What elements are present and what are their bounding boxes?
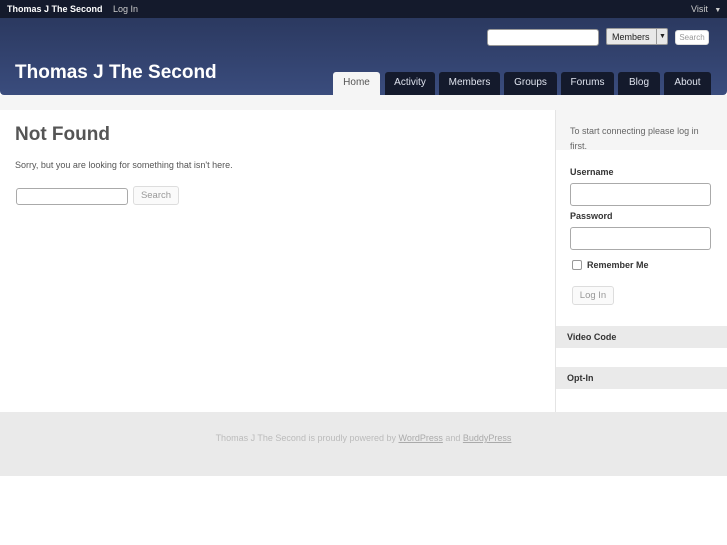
- nav-tab-about[interactable]: About: [664, 72, 711, 95]
- nav-tab-activity[interactable]: Activity: [385, 72, 435, 95]
- site-title[interactable]: Thomas J The Second: [15, 62, 217, 84]
- widget-title-opt-in: Opt-In: [556, 367, 727, 389]
- nav-tab-groups[interactable]: Groups: [504, 72, 557, 95]
- nav-tab-forums[interactable]: Forums: [561, 72, 614, 95]
- wordpress-link[interactable]: WordPress: [399, 433, 443, 443]
- admin-bar-login-link[interactable]: Log In: [113, 4, 138, 14]
- visit-menu[interactable]: Visit ▼: [691, 4, 721, 14]
- page-background: [0, 95, 727, 110]
- content-search-button[interactable]: Search: [133, 186, 179, 205]
- page-title: Not Found: [15, 124, 110, 145]
- nav-tab-home[interactable]: Home: [333, 72, 380, 95]
- search-scope-value: Members: [612, 32, 650, 42]
- sidebar: To start connecting please log in first.…: [555, 110, 727, 412]
- not-found-message: Sorry, but you are looking for something…: [15, 160, 233, 170]
- footer: Thomas J The Second is proudly powered b…: [0, 412, 727, 476]
- username-label: Username: [570, 167, 614, 177]
- chevron-down-icon: ▼: [656, 29, 668, 44]
- remember-me-checkbox[interactable]: [572, 260, 582, 270]
- footer-and: and: [442, 433, 463, 443]
- remember-me-label: Remember Me: [587, 260, 649, 270]
- header-search-input[interactable]: [487, 29, 599, 46]
- admin-bar: Thomas J The Second Log In Visit ▼: [0, 0, 727, 18]
- header-search-button[interactable]: Search: [675, 30, 709, 45]
- nav-tab-members[interactable]: Members: [439, 72, 500, 95]
- admin-bar-site-link[interactable]: Thomas J The Second: [7, 4, 103, 14]
- password-input[interactable]: [570, 227, 711, 250]
- content-search-input[interactable]: [16, 188, 128, 205]
- chevron-down-icon: ▼: [714, 7, 722, 14]
- nav-tab-blog[interactable]: Blog: [618, 72, 660, 95]
- header: Members ▼ Search Thomas J The Second Hom…: [0, 18, 727, 95]
- login-intro: To start connecting please log in first.: [556, 110, 727, 151]
- password-label: Password: [570, 211, 613, 221]
- visit-label: Visit: [691, 4, 708, 14]
- buddypress-link[interactable]: BuddyPress: [463, 433, 512, 443]
- search-scope-select[interactable]: Members ▼: [606, 28, 668, 45]
- widget-title-video-code: Video Code: [556, 326, 727, 348]
- login-button[interactable]: Log In: [572, 286, 614, 305]
- username-input[interactable]: [570, 183, 711, 206]
- footer-text: Thomas J The Second is proudly powered b…: [215, 433, 399, 443]
